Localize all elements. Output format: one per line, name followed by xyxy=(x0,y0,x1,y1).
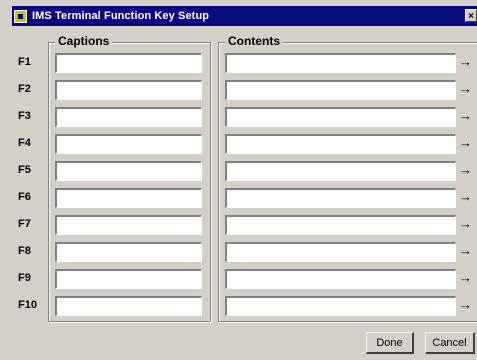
key-label: F1 xyxy=(18,56,31,68)
arrow-right-icon[interactable]: → xyxy=(459,135,472,150)
function-key-row-f1: F1 → xyxy=(0,53,477,73)
caption-field-f8[interactable] xyxy=(55,242,202,262)
content-field-f3[interactable] xyxy=(225,107,456,127)
function-key-row-f4: F4 → xyxy=(0,134,477,154)
key-label: F3 xyxy=(18,110,31,122)
caption-field-f3[interactable] xyxy=(55,107,202,127)
cancel-button[interactable]: Cancel xyxy=(425,332,475,354)
contents-group-label: Contents xyxy=(225,34,283,48)
title-bar[interactable]: IMS Terminal Function Key Setup × xyxy=(12,6,477,26)
arrow-right-icon[interactable]: → xyxy=(459,270,472,285)
function-key-row-f7: F7 → xyxy=(0,215,477,235)
function-key-row-f8: F8 → xyxy=(0,242,477,262)
arrow-right-icon[interactable]: → xyxy=(459,189,472,204)
captions-group-label: Captions xyxy=(55,34,113,48)
caption-field-f6[interactable] xyxy=(55,188,202,208)
arrow-right-icon[interactable]: → xyxy=(459,108,472,123)
close-icon[interactable]: × xyxy=(465,9,477,22)
function-key-row-f2: F2 → xyxy=(0,80,477,100)
function-key-row-f10: F10 → xyxy=(0,296,477,316)
key-label: F6 xyxy=(18,191,31,203)
caption-field-f7[interactable] xyxy=(55,215,202,235)
key-label: F7 xyxy=(18,218,31,230)
arrow-right-icon[interactable]: → xyxy=(459,297,472,312)
content-field-f1[interactable] xyxy=(225,53,456,73)
caption-field-f9[interactable] xyxy=(55,269,202,289)
arrow-right-icon[interactable]: → xyxy=(459,216,472,231)
function-key-row-f9: F9 → xyxy=(0,269,477,289)
key-label: F10 xyxy=(18,299,37,311)
content-field-f8[interactable] xyxy=(225,242,456,262)
done-button[interactable]: Done xyxy=(366,332,414,354)
caption-field-f5[interactable] xyxy=(55,161,202,181)
key-label: F2 xyxy=(18,83,31,95)
app-icon xyxy=(14,9,27,23)
content-field-f10[interactable] xyxy=(225,296,456,316)
content-field-f9[interactable] xyxy=(225,269,456,289)
arrow-right-icon[interactable]: → xyxy=(459,81,472,96)
key-label: F8 xyxy=(18,245,31,257)
caption-field-f4[interactable] xyxy=(55,134,202,154)
function-key-setup-dialog: IMS Terminal Function Key Setup × Captio… xyxy=(0,0,477,360)
caption-field-f10[interactable] xyxy=(55,296,202,316)
key-label: F5 xyxy=(18,164,31,176)
content-field-f2[interactable] xyxy=(225,80,456,100)
arrow-right-icon[interactable]: → xyxy=(459,243,472,258)
window-title: IMS Terminal Function Key Setup xyxy=(32,10,210,22)
function-key-row-f6: F6 → xyxy=(0,188,477,208)
caption-field-f1[interactable] xyxy=(55,53,202,73)
content-field-f5[interactable] xyxy=(225,161,456,181)
function-key-row-f3: F3 → xyxy=(0,107,477,127)
arrow-right-icon[interactable]: → xyxy=(459,162,472,177)
caption-field-f2[interactable] xyxy=(55,80,202,100)
key-label: F4 xyxy=(18,137,31,149)
content-field-f7[interactable] xyxy=(225,215,456,235)
function-key-row-f5: F5 → xyxy=(0,161,477,181)
key-label: F9 xyxy=(18,272,31,284)
content-field-f4[interactable] xyxy=(225,134,456,154)
arrow-right-icon[interactable]: → xyxy=(459,54,472,69)
content-field-f6[interactable] xyxy=(225,188,456,208)
